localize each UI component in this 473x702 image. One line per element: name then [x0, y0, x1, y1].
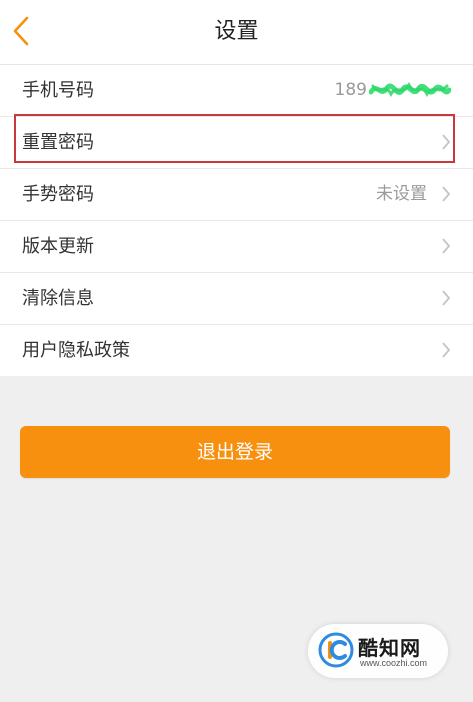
settings-item-label: 手机号码	[22, 80, 94, 101]
settings-item-label: 版本更新	[22, 236, 94, 257]
phone-mask-scribble	[369, 81, 451, 98]
settings-item-phone[interactable]: 手机号码 189	[0, 65, 473, 117]
settings-list: 手机号码 189 重置密码 手势密码 未设置 版本更新 清除信息 用户隐私政策	[0, 65, 473, 376]
chevron-right-icon	[442, 342, 451, 358]
page-title: 设置	[214, 19, 259, 44]
watermark-badge: 酷知网 www.coozhi.com	[308, 624, 448, 678]
chevron-right-icon	[442, 290, 451, 306]
watermark-name: 酷知网	[358, 636, 421, 660]
chevron-right-icon	[442, 238, 451, 254]
settings-item-version-update[interactable]: 版本更新	[0, 221, 473, 273]
chevron-right-icon	[442, 186, 451, 202]
settings-item-label: 用户隐私政策	[22, 340, 130, 361]
settings-item-reset-password[interactable]: 重置密码	[0, 117, 473, 169]
chevron-right-icon	[442, 134, 451, 150]
top-bar: 设置	[0, 0, 473, 65]
settings-item-label: 重置密码	[22, 132, 94, 153]
settings-item-label: 手势密码	[22, 184, 94, 205]
watermark-url: www.coozhi.com	[360, 658, 428, 668]
phone-number-prefix: 189	[334, 80, 367, 100]
gesture-password-status: 未设置	[376, 184, 427, 204]
settings-item-label: 清除信息	[22, 288, 94, 309]
logout-button[interactable]: 退出登录	[20, 426, 450, 478]
phone-number-value: 189	[335, 65, 451, 116]
settings-item-privacy-policy[interactable]: 用户隐私政策	[0, 325, 473, 376]
settings-item-clear-info[interactable]: 清除信息	[0, 273, 473, 325]
coozhi-logo-icon	[318, 632, 354, 668]
settings-item-gesture-password[interactable]: 手势密码 未设置	[0, 169, 473, 221]
